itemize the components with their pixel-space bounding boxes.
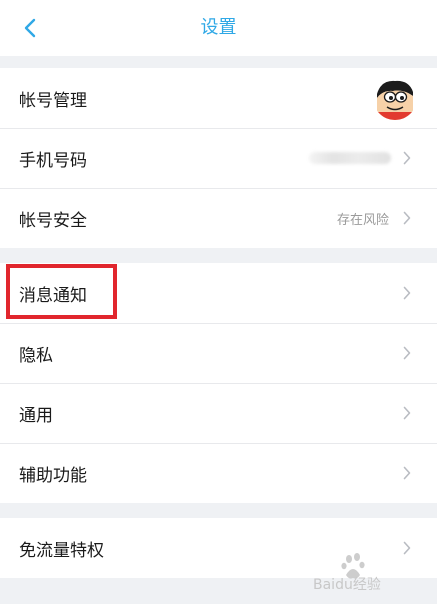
chevron-right-icon [399,405,415,421]
chevron-right-icon [399,210,415,226]
chevron-right-icon [399,285,415,301]
row-label: 消息通知 [19,285,87,306]
chevron-right-icon [399,345,415,361]
security-status: 存在风险 [336,212,389,228]
page-title: 设置 [200,17,237,38]
chevron-right-icon [399,150,415,166]
general-settings-group: 消息通知 隐私 通用 辅助功能 [0,263,437,503]
account-management-row[interactable]: 帐号管理 [0,68,437,128]
account-settings-group: 帐号管理 手机号码 帐号安全 存在风险 [0,68,437,248]
free-data-privilege-row[interactable]: 免流量特权 [0,518,437,578]
nav-header: 设置 [0,0,437,56]
account-security-row[interactable]: 帐号安全 存在风险 [0,188,437,248]
watermark-text: Baidu经验 [313,577,381,593]
avatar [373,76,417,120]
row-label: 手机号码 [19,150,87,171]
phone-number-row[interactable]: 手机号码 [0,128,437,188]
chevron-right-icon [399,540,415,556]
row-label: 帐号安全 [19,210,87,231]
message-notification-row[interactable]: 消息通知 [0,263,437,323]
row-label: 帐号管理 [19,90,87,111]
accessibility-row[interactable]: 辅助功能 [0,443,437,503]
row-label: 辅助功能 [19,465,87,486]
privacy-row[interactable]: 隐私 [0,323,437,383]
chevron-right-icon [399,465,415,481]
row-label: 免流量特权 [19,540,104,561]
general-row[interactable]: 通用 [0,383,437,443]
row-label: 通用 [19,405,53,426]
row-label: 隐私 [19,345,53,366]
free-data-group: 免流量特权 [0,518,437,578]
phone-number-value-blurred [309,152,391,164]
